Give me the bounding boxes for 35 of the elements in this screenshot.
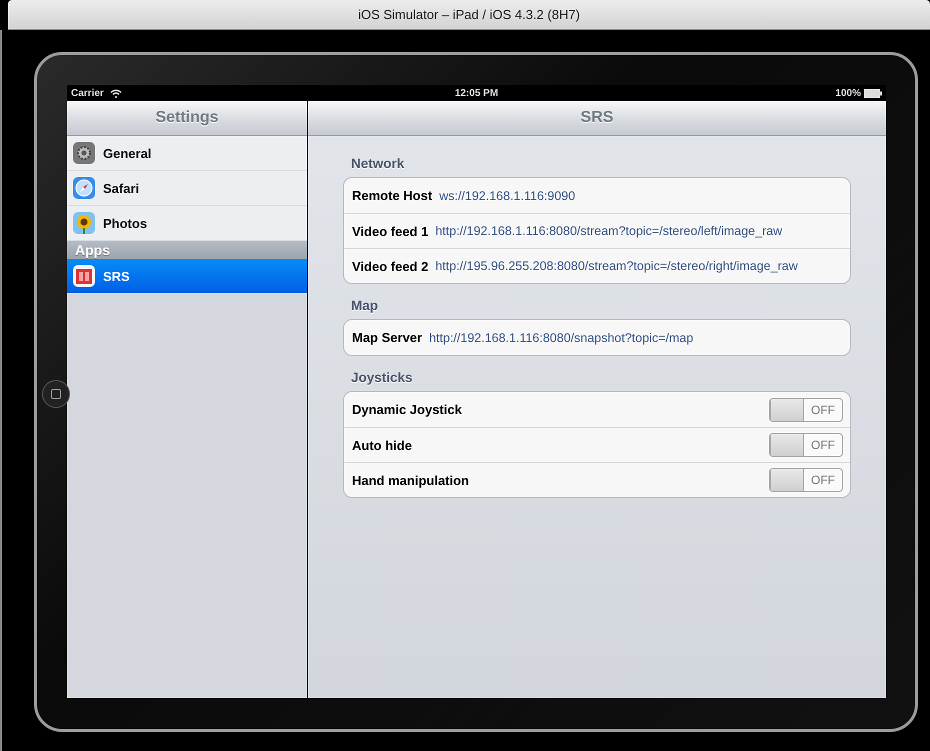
app-icon (73, 265, 95, 287)
setting-value-field[interactable]: http://192.168.1.116:8080/stream?topic=/stereo/left/image_raw (435, 224, 782, 238)
sidebar-item[interactable]: SRS (67, 259, 307, 294)
sidebar-item[interactable]: Safari (67, 171, 307, 206)
window-title: iOS Simulator – iPad / iOS 4.3.2 (8H7) (358, 7, 580, 22)
setting-value-field[interactable]: http://195.96.255.208:8080/stream?topic=/stereo/right/image_raw (435, 259, 798, 273)
toggle-switch[interactable]: OFF (769, 468, 843, 492)
setting-label: Map Server (352, 330, 422, 345)
sidebar-title: Settings (155, 109, 219, 127)
section-header: Apps (75, 242, 110, 258)
section-header: Joysticks (351, 370, 414, 385)
setting-label: Video feed 2 (352, 258, 428, 274)
wifi-icon (110, 88, 122, 98)
setting-label: Video feed 1 (352, 224, 428, 238)
sidebar-item[interactable]: Photos (67, 206, 307, 241)
setting-label: Auto hide (352, 438, 412, 452)
battery-icon (864, 88, 882, 98)
sidebar-item[interactable]: General (67, 136, 307, 171)
clock-time: 12:05 PM (454, 88, 498, 98)
gear-icon (73, 142, 95, 164)
setting-label: Remote Host (352, 188, 432, 203)
toggle-switch[interactable]: OFF (769, 433, 843, 457)
setting-label: Dynamic Joystick (352, 402, 462, 417)
home-button[interactable] (42, 380, 70, 408)
battery-percent: 100% (835, 88, 861, 98)
carrier-label: Carrier (71, 88, 104, 98)
detail-title: SRS (580, 109, 614, 127)
setting-value-field[interactable]: http://192.168.1.116:8080/snapshot?topic=/map (429, 330, 694, 344)
toggle-switch[interactable]: OFF (769, 398, 843, 422)
compass-icon (73, 177, 95, 199)
sunflower-icon (73, 212, 95, 234)
section-header: Network (351, 156, 406, 171)
setting-label: Hand manipulation (352, 472, 469, 488)
setting-value-field[interactable]: ws://192.168.1.116:9090 (439, 188, 576, 202)
section-header: Map (351, 298, 379, 313)
